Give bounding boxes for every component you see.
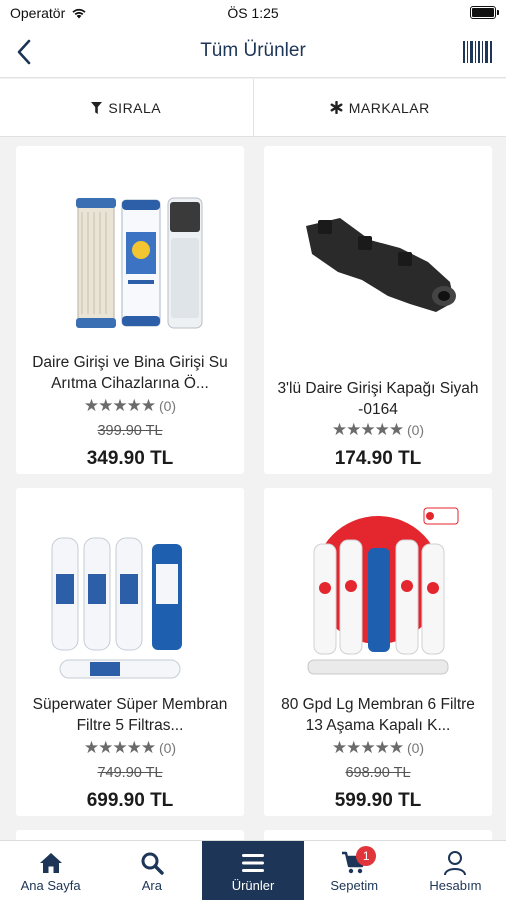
search-icon: [141, 852, 164, 875]
rating-stars-icon: ★★★★★: [83, 738, 156, 757]
product-rating: ★★★★★ (0): [264, 738, 492, 758]
app-screen: Operatör ÖS 1:25 Tüm Ürünler SIRALA MARK…: [0, 0, 506, 900]
filter-cartridges-image: [76, 197, 203, 329]
product-price: 699.90 TL: [86, 790, 174, 811]
barcode-button[interactable]: [462, 38, 494, 66]
barcode-icon: [463, 41, 492, 63]
old-price: 399.90 TL: [97, 423, 163, 439]
product-card[interactable]: Daire Girişi ve Bina Girişi Su Arıtma Ci…: [16, 146, 244, 474]
tab-account[interactable]: Hesabım: [405, 841, 506, 900]
product-price: 174.90 TL: [334, 448, 422, 469]
nav-bar: Tüm Ürünler: [0, 26, 506, 78]
product-rating: ★★★★★ (0): [16, 738, 244, 758]
old-price: 698.90 TL: [345, 765, 411, 781]
sort-label: SIRALA: [108, 99, 162, 116]
filter-bar: SIRALA MARKALAR: [0, 79, 506, 137]
battery-icon: [470, 6, 499, 19]
tab-bar: Ana Sayfa Ara Ürünler 1 Sepetim Hesabım: [0, 840, 506, 900]
product-name[interactable]: 3'lü Daire Girişi Kapağı Siyah -0164: [272, 378, 484, 420]
product-card[interactable]: Süperwater Süper Membran Filtre 5 Filtra…: [16, 488, 244, 816]
tab-products[interactable]: Ürünler: [202, 841, 304, 900]
housing-cap-image: [306, 218, 456, 312]
user-icon: [444, 851, 467, 876]
product-image[interactable]: [278, 504, 478, 694]
product-name[interactable]: Daire Girişi ve Bina Girişi Su Arıtma Ci…: [24, 352, 236, 394]
tab-home-label: Ana Sayfa: [20, 878, 81, 893]
product-name[interactable]: 80 Gpd Lg Membran 6 Filtre 13 Aşama Kapa…: [272, 694, 484, 736]
membrane-filter-set-image: [307, 507, 459, 675]
status-time: ÖS 1:25: [227, 5, 279, 21]
rating-stars-icon: ★★★★★: [83, 396, 156, 415]
tab-account-label: Hesabım: [429, 878, 482, 893]
filter-icon: [91, 101, 103, 114]
page-title: Tüm Ürünler: [200, 40, 306, 61]
rating-count: (0): [158, 398, 177, 414]
tab-cart-label: Sepetim: [330, 878, 379, 893]
rating-count: (0): [158, 740, 177, 756]
cart-count-badge: 1: [356, 846, 377, 866]
rating-stars-icon: ★★★★★: [331, 420, 404, 439]
tab-cart[interactable]: 1 Sepetim: [304, 841, 405, 900]
product-image[interactable]: [278, 162, 478, 352]
old-price: 749.90 TL: [97, 765, 163, 781]
rating-count: (0): [406, 422, 425, 438]
product-rating: ★★★★★ (0): [264, 420, 492, 440]
product-image[interactable]: [30, 162, 230, 352]
rating-stars-icon: ★★★★★: [331, 738, 404, 757]
brands-button[interactable]: MARKALAR: [252, 79, 506, 136]
product-image[interactable]: [30, 504, 230, 694]
sort-button[interactable]: SIRALA: [0, 79, 253, 136]
brands-label: MARKALAR: [348, 99, 430, 116]
menu-icon: [242, 854, 264, 872]
inline-filters-image: [51, 537, 182, 679]
product-card[interactable]: 3'lü Daire Girişi Kapağı Siyah -0164 ★★★…: [264, 146, 492, 474]
home-icon: [39, 853, 62, 873]
status-bar: Operatör ÖS 1:25: [0, 0, 506, 26]
product-price: 349.90 TL: [86, 448, 174, 469]
product-rating: ★★★★★ (0): [16, 396, 244, 416]
product-name[interactable]: Süperwater Süper Membran Filtre 5 Filtra…: [24, 694, 236, 736]
asterisk-icon: [330, 101, 343, 114]
tab-products-label: Ürünler: [231, 878, 275, 893]
tab-search-label: Ara: [141, 878, 162, 893]
product-price: 599.90 TL: [334, 790, 422, 811]
product-card[interactable]: 80 Gpd Lg Membran 6 Filtre 13 Aşama Kapa…: [264, 488, 492, 816]
tab-home[interactable]: Ana Sayfa: [0, 841, 101, 900]
tab-search[interactable]: Ara: [101, 841, 202, 900]
rating-count: (0): [406, 740, 425, 756]
